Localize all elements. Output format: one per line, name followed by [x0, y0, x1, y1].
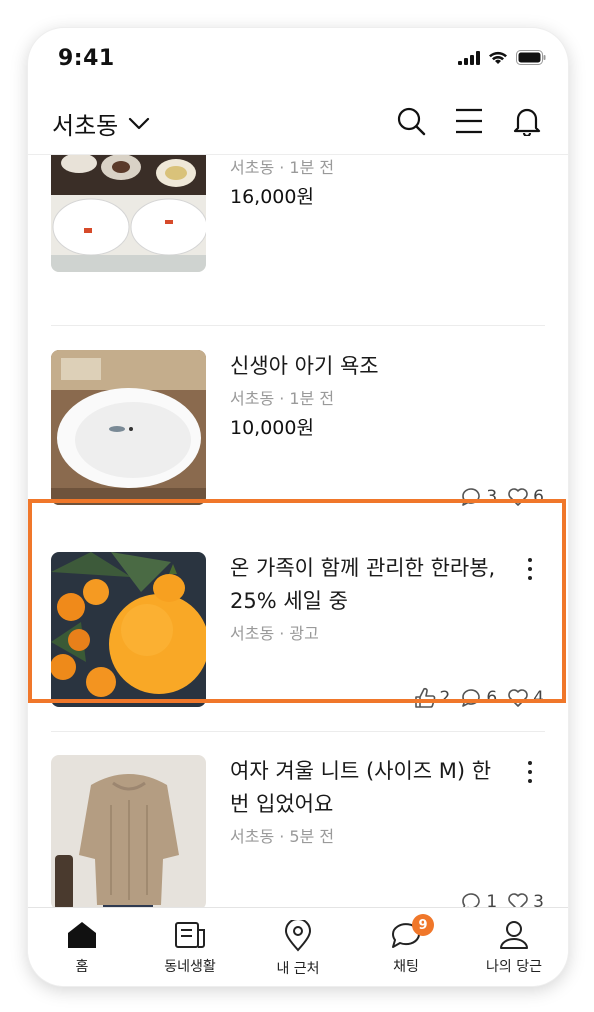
thumbs-up-count: 2 [414, 687, 451, 709]
user-icon [500, 921, 528, 949]
tab-nearby[interactable]: 내 근처 [244, 908, 352, 986]
header-actions [394, 104, 544, 138]
like-count-value: 6 [533, 487, 544, 507]
item-stats: 2 6 4 [414, 687, 544, 709]
white-plates-photo [51, 155, 206, 272]
item-info: 신생아 아기 욕조 서초동 · 1분 전 10,000원 [230, 350, 510, 440]
more-options-button[interactable] [520, 554, 540, 584]
item-thumbnail [51, 552, 206, 707]
search-button[interactable] [394, 104, 428, 138]
like-count: 6 [507, 487, 544, 507]
item-title: 온 가족이 함께 관리한 한라봉, 25% 세일 중 [230, 556, 496, 613]
bell-icon [513, 108, 541, 136]
notification-button[interactable] [510, 104, 544, 138]
comment-count: 3 [460, 487, 497, 507]
kebab-icon [528, 558, 532, 562]
item-price: 10,000원 [230, 417, 314, 439]
item-title: 여자 겨울 니트 (사이즈 M) 한번 입었어요 [230, 759, 492, 816]
status-bar: 9:41 [28, 28, 568, 98]
bottom-tab-bar: 홈 동네생활 내 근처 9 채팅 나의 당근 [28, 907, 568, 986]
list-item[interactable]: 여자 겨울 니트 (사이즈 M) 한번 입었어요 서초동 · 5분 전 1 3 [28, 755, 568, 907]
tab-home[interactable]: 홈 [28, 908, 136, 986]
kebab-icon [528, 761, 532, 765]
chat-bubble-icon [462, 893, 481, 907]
chat-bubble-icon [462, 689, 481, 707]
battery-icon [516, 50, 546, 65]
comment-count-value: 1 [486, 892, 498, 907]
list-item[interactable]: 서초동 · 1분 전 16,000원 [28, 155, 568, 275]
phone-frame: 9:41 서초동 서초동 · 1분 전 16,000원 신생아 아기 욕조 서초… [28, 28, 568, 986]
location-selector[interactable]: 서초동 [52, 106, 150, 141]
tab-my-profile[interactable]: 나의 당근 [460, 908, 568, 986]
item-meta: 서초동 · 1분 전 [230, 389, 335, 408]
item-price: 16,000원 [230, 186, 314, 208]
list-item[interactable]: 신생아 아기 욕조 서초동 · 1분 전 10,000원 3 6 [28, 350, 568, 507]
tab-label: 동네생활 [164, 959, 216, 975]
menu-button[interactable] [452, 104, 486, 138]
knit-sweater-photo [51, 755, 206, 907]
divider [51, 731, 545, 732]
thumbs-up-value: 2 [439, 688, 451, 708]
location-pin-icon [284, 920, 312, 952]
heart-icon [508, 488, 528, 506]
status-time: 9:41 [58, 46, 115, 71]
chat-bubble-icon [462, 488, 481, 506]
home-icon [68, 922, 96, 948]
wifi-icon [489, 51, 507, 64]
menu-icon [456, 108, 482, 134]
item-info: 여자 겨울 니트 (사이즈 M) 한번 입었어요 서초동 · 5분 전 [230, 755, 500, 847]
item-info: 서초동 · 1분 전 16,000원 [230, 155, 510, 209]
comment-count-value: 3 [486, 487, 498, 507]
chat-badge: 9 [412, 914, 434, 936]
news-icon [175, 922, 205, 948]
item-stats: 3 6 [460, 487, 544, 507]
item-stats: 1 3 [460, 892, 544, 907]
baby-bathtub-photo [51, 350, 206, 505]
location-label: 서초동 [52, 112, 119, 140]
tab-neighborhood[interactable]: 동네생활 [136, 908, 244, 986]
item-info: 온 가족이 함께 관리한 한라봉, 25% 세일 중 서초동 · 광고 [230, 552, 500, 644]
tab-label: 나의 당근 [486, 959, 542, 975]
divider [51, 325, 545, 326]
status-icons [458, 50, 546, 65]
tab-chat[interactable]: 9 채팅 [352, 908, 460, 986]
search-icon [397, 107, 426, 136]
feed-list: 서초동 · 1분 전 16,000원 신생아 아기 욕조 서초동 · 1분 전 … [28, 155, 568, 907]
item-meta: 서초동 · 5분 전 [230, 827, 335, 846]
chevron-down-icon [129, 117, 150, 129]
item-meta: 서초동 · 1분 전 [230, 158, 335, 177]
tab-label: 채팅 [393, 959, 419, 975]
top-nav: 서초동 [28, 98, 568, 155]
tab-label: 내 근처 [276, 961, 320, 977]
comment-count: 1 [460, 892, 497, 907]
more-options-button[interactable] [520, 757, 540, 787]
item-thumbnail [51, 755, 206, 907]
item-title: 신생아 아기 욕조 [230, 354, 379, 378]
item-meta: 서초동 · 광고 [230, 624, 319, 643]
heart-icon [508, 893, 528, 907]
signal-icon [458, 50, 480, 65]
like-count: 3 [507, 892, 544, 907]
item-thumbnail [51, 350, 206, 505]
hallabong-orange-photo [51, 552, 206, 707]
list-item-ad[interactable]: 온 가족이 함께 관리한 한라봉, 25% 세일 중 서초동 · 광고 2 6 [28, 552, 568, 709]
like-count: 4 [507, 688, 544, 708]
like-count-value: 4 [533, 688, 544, 708]
item-thumbnail [51, 155, 206, 272]
comment-count: 6 [460, 688, 497, 708]
comment-count-value: 6 [486, 688, 498, 708]
like-count-value: 3 [533, 892, 544, 907]
tab-label: 홈 [75, 959, 89, 975]
thumbs-up-icon [414, 687, 435, 708]
heart-icon [508, 689, 528, 707]
